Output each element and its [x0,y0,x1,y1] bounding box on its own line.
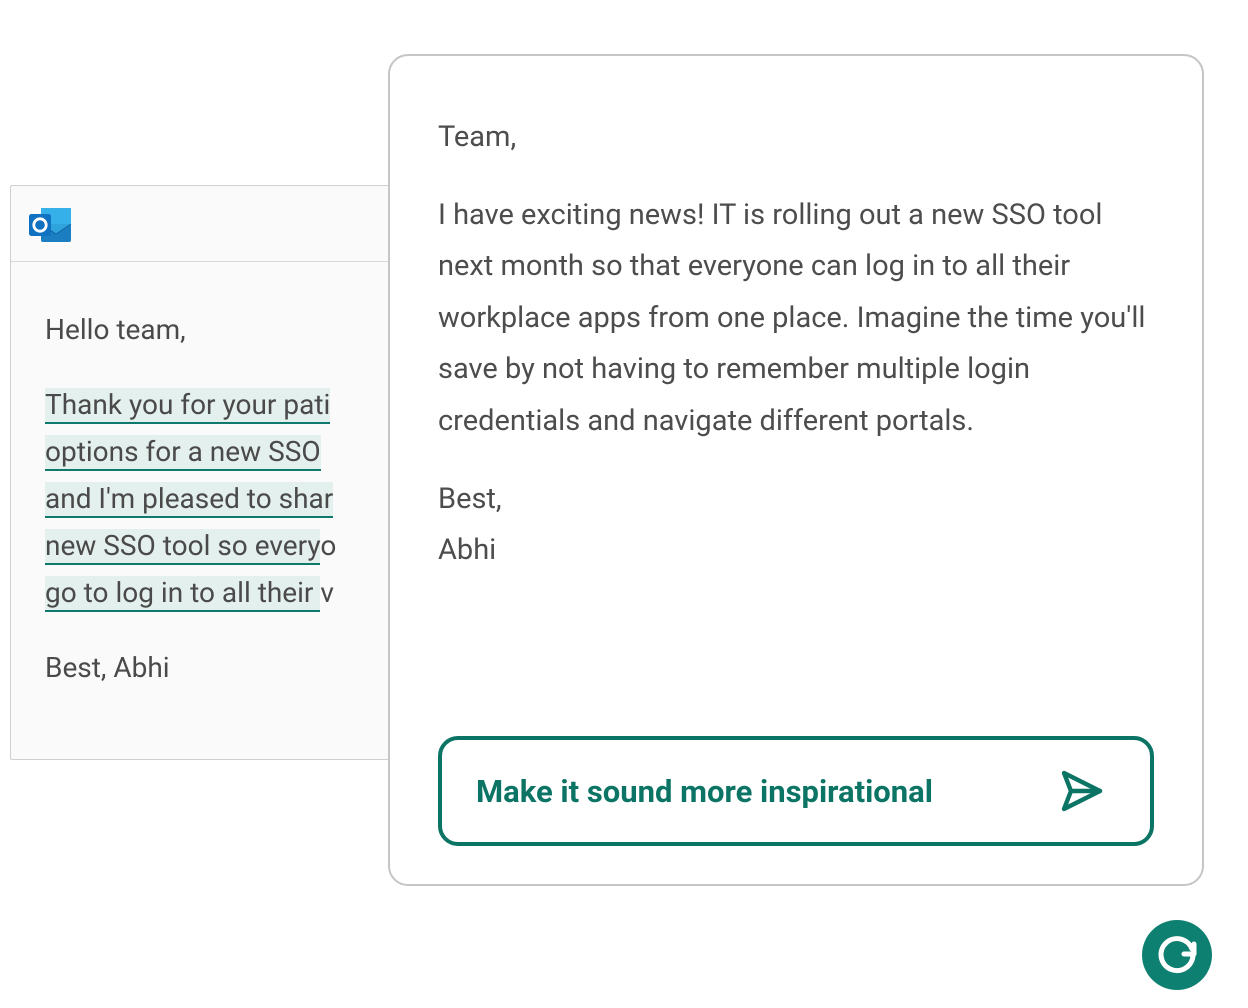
highlighted-text-line: go to log in to all their [45,576,320,612]
trailing-char: o [320,529,336,562]
send-icon [1058,767,1106,815]
prompt-label: Make it sound more inspirational [476,773,933,810]
suggestion-body: I have exciting news! IT is rolling out … [438,190,1154,448]
suggestion-popover: Team, I have exciting news! IT is rollin… [388,54,1204,886]
suggestion-closing: Best, [438,482,502,516]
highlighted-text-line: options for a new SSO [45,435,321,471]
outlook-icon [27,204,73,244]
suggestion-signature: Best, Abhi [438,474,1154,577]
highlighted-text-line: Thank you for your pati [45,388,330,424]
suggestion-greeting: Team, [438,112,1154,164]
grammarly-icon [1154,930,1200,980]
trailing-char: v [320,576,334,609]
prompt-input-button[interactable]: Make it sound more inspirational [438,736,1154,846]
suggestion-text: Team, I have exciting news! IT is rollin… [438,112,1154,720]
highlighted-text-line: new SSO tool so every [45,529,320,565]
grammarly-badge-button[interactable] [1142,920,1212,990]
highlighted-text-line: and I'm pleased to shar [45,482,333,518]
suggestion-name: Abhi [438,533,496,567]
